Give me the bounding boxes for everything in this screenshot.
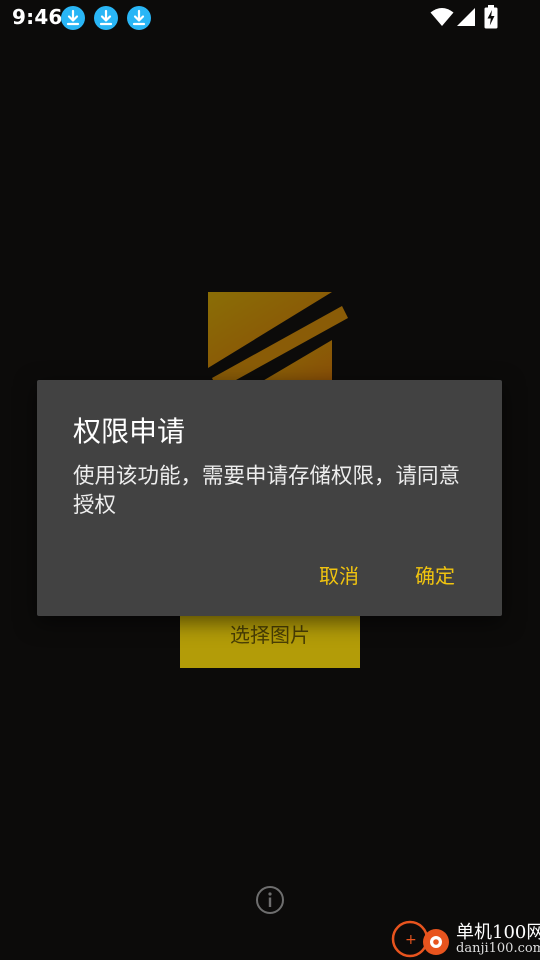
battery-charging-icon	[484, 5, 498, 29]
app-logo	[208, 292, 348, 392]
status-bar: 9:46	[0, 0, 540, 36]
svg-text:+: +	[405, 932, 417, 948]
wifi-icon	[430, 8, 454, 26]
watermark: + 单机100网 danji100.com	[388, 914, 540, 960]
download-icon	[94, 6, 118, 30]
dialog-message: 使用该功能，需要申请存储权限，请同意授权	[73, 464, 461, 518]
dialog-title: 权限申请	[73, 415, 186, 448]
select-image-label: 选择图片	[230, 625, 310, 647]
download-icon	[127, 6, 151, 30]
permission-dialog: 权限申请 使用该功能，需要申请存储权限，请同意授权 取消 确定	[37, 380, 502, 616]
cellular-signal-icon	[457, 8, 475, 26]
cancel-button[interactable]: 取消	[319, 560, 359, 589]
status-time: 9:46	[12, 5, 63, 29]
confirm-button[interactable]: 确定	[415, 560, 455, 589]
info-icon[interactable]	[255, 885, 285, 915]
download-icon	[61, 6, 85, 30]
app-screen: 9:46 选择图片 + 单机100网 danji100.com 权限申请 使用该…	[0, 0, 540, 960]
watermark-logo-icon: +	[391, 920, 449, 958]
watermark-url: danji100.com	[456, 941, 540, 956]
